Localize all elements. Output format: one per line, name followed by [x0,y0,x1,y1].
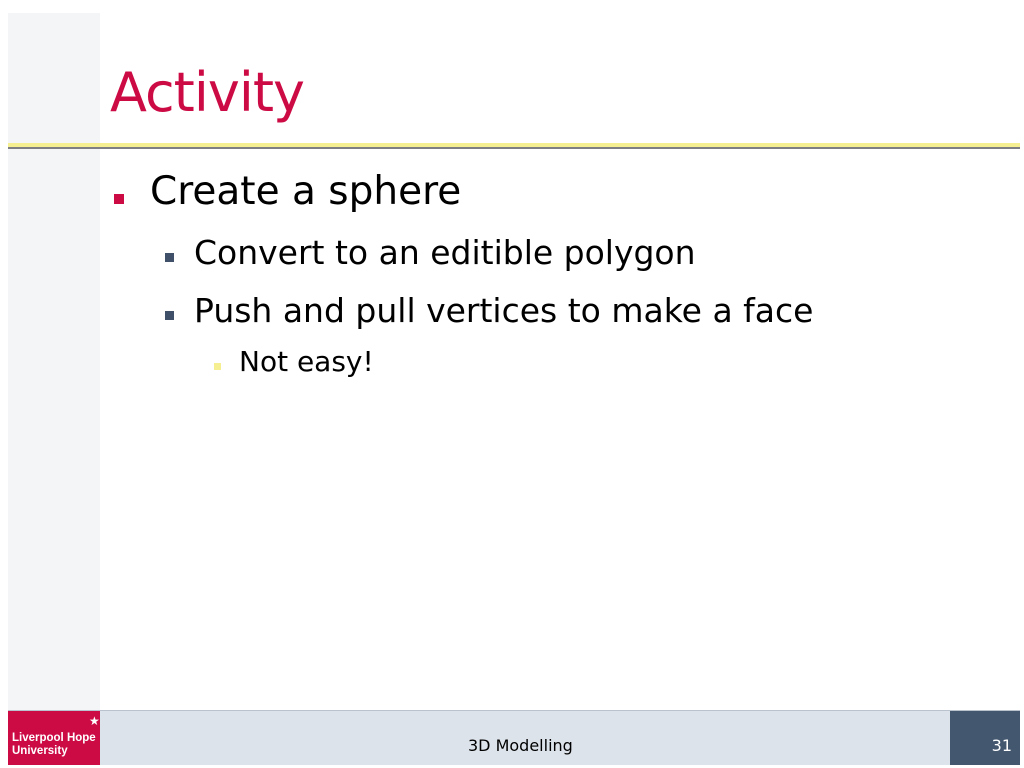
bullet-text: Not easy! [239,345,374,378]
logo-text-line2: University [12,745,68,757]
bullet-item-not-easy: Not easy! [214,345,374,378]
square-bullet-icon [165,311,174,320]
square-bullet-icon [214,363,221,370]
bullet-text: Create a sphere [150,169,462,214]
slide: Activity Create a sphere Convert to an e… [0,0,1024,768]
bullet-item-convert-polygon: Convert to an editible polygon [165,233,696,272]
footer-title: 3D Modelling [468,736,573,755]
footer-divider [8,710,1020,711]
square-bullet-icon [114,194,124,204]
university-logo: ★ Liverpool Hope University [8,711,100,765]
bullet-list: Create a sphere Convert to an editible p… [0,0,1024,700]
bullet-item-push-pull-vertices: Push and pull vertices to make a face [165,291,814,330]
star-icon: ★ [89,714,100,728]
page-number-box: 31 [950,711,1020,765]
logo-text-line1: Liverpool Hope [12,732,96,744]
bullet-text: Push and pull vertices to make a face [194,291,814,330]
bullet-item-create-sphere: Create a sphere [114,169,462,214]
bullet-text: Convert to an editible polygon [194,233,696,272]
page-number: 31 [991,736,1012,755]
square-bullet-icon [165,253,174,262]
